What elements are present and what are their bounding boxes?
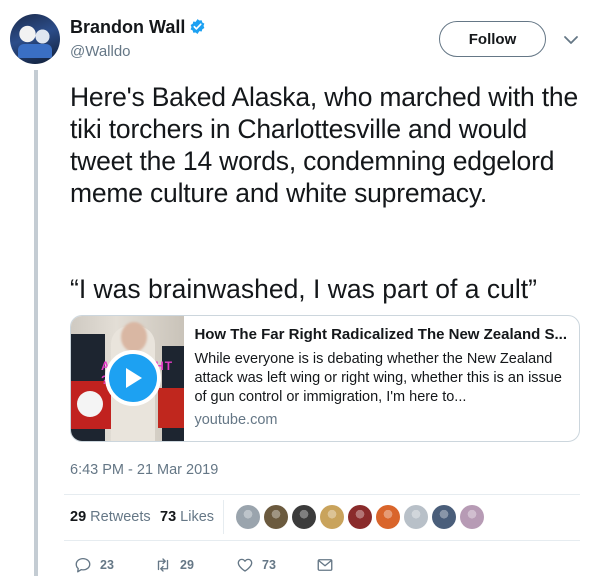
- author-avatar[interactable]: [10, 14, 60, 64]
- divider: [64, 494, 580, 495]
- direct-message-action[interactable]: [316, 556, 334, 574]
- card-body[interactable]: How The Far Right Radicalized The New Ze…: [184, 316, 579, 441]
- retweets-stat[interactable]: 29 Retweets: [70, 509, 151, 525]
- likes-stat[interactable]: 73 Likes: [160, 509, 214, 525]
- author-name[interactable]: Brandon Wall: [70, 17, 185, 37]
- tweet-quote: “I was brainwashed, I was part of a cult…: [70, 274, 537, 304]
- tweet-text: Here's Baked Alaska, who marched with th…: [70, 82, 578, 208]
- card-title[interactable]: How The Far Right Radicalized The New Ze…: [194, 325, 567, 345]
- follow-button[interactable]: Follow: [439, 21, 546, 57]
- author-name-row[interactable]: Brandon Wall: [70, 17, 206, 38]
- liker-avatar[interactable]: [460, 505, 484, 529]
- retweets-count: 29: [70, 509, 87, 525]
- play-button-icon[interactable]: [105, 350, 161, 406]
- video-thumbnail[interactable]: ALT RIGHT ???: [71, 316, 185, 441]
- reply-icon: [75, 557, 91, 573]
- retweet-action[interactable]: 29: [154, 556, 194, 574]
- retweet-count: 29: [180, 558, 194, 572]
- liker-avatar[interactable]: [432, 505, 456, 529]
- liker-avatar[interactable]: [264, 505, 288, 529]
- liker-avatar[interactable]: [404, 505, 428, 529]
- likes-count: 73: [160, 509, 177, 525]
- retweet-icon: [157, 558, 169, 572]
- liker-avatar[interactable]: [348, 505, 372, 529]
- envelope-icon: [317, 559, 333, 571]
- reply-action[interactable]: 23: [74, 556, 114, 574]
- divider: [64, 540, 580, 541]
- stats-divider: [223, 500, 224, 534]
- liker-avatar[interactable]: [376, 505, 400, 529]
- card-domain: youtube.com: [194, 412, 278, 428]
- like-action[interactable]: 73: [236, 556, 276, 574]
- likes-label: Likes: [180, 509, 215, 525]
- like-count: 73: [262, 558, 276, 572]
- liker-avatar[interactable]: [236, 505, 260, 529]
- thread-line: [34, 70, 38, 576]
- retweets-label: Retweets: [90, 509, 151, 525]
- heart-icon: [237, 558, 253, 572]
- chevron-down-icon[interactable]: [563, 32, 579, 48]
- verified-badge-icon: [190, 19, 205, 34]
- liker-avatars: [236, 505, 484, 529]
- thumb-flag: [71, 381, 111, 429]
- thumb-blurred-face: [121, 322, 147, 352]
- liker-avatar[interactable]: [292, 505, 316, 529]
- reply-count: 23: [100, 558, 114, 572]
- tweet-timestamp[interactable]: 6:43 PM - 21 Mar 2019: [70, 462, 218, 478]
- author-handle[interactable]: @Walldo: [70, 43, 131, 60]
- liker-avatar[interactable]: [320, 505, 344, 529]
- card-description: While everyone is is debating whether th…: [194, 351, 562, 405]
- link-preview-card[interactable]: ALT RIGHT ??? How The Far Right Radicali…: [70, 315, 580, 442]
- thumb-sign: [158, 388, 185, 428]
